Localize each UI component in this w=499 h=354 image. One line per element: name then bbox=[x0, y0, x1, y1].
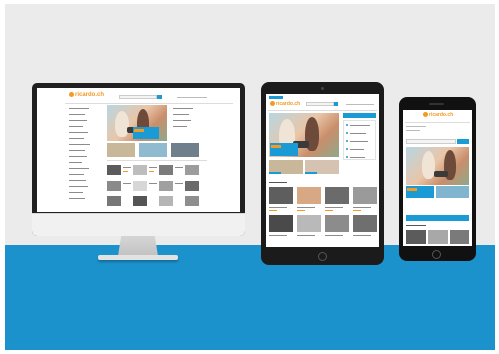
phone-listing-2[interactable] bbox=[428, 230, 448, 244]
desktop-stand-neck bbox=[118, 236, 158, 256]
tablet-top-tag bbox=[269, 96, 283, 99]
tablet-screen: ricardo.ch bbox=[266, 94, 379, 247]
phone-listing-1[interactable] bbox=[406, 230, 426, 244]
desktop-listing-11[interactable] bbox=[159, 196, 173, 206]
desktop-listing-7[interactable] bbox=[159, 181, 173, 191]
tablet-logo: ricardo.ch bbox=[270, 101, 300, 107]
desktop-listing-3[interactable] bbox=[159, 165, 173, 175]
phone-screen: ricardo.ch bbox=[403, 110, 472, 246]
tablet-home-button bbox=[318, 252, 327, 261]
product-showcase: ricardo.ch ricardo.ch ricardo.ch bbox=[0, 0, 499, 354]
tablet-listing-3[interactable] bbox=[325, 187, 349, 204]
phone-promo-image[interactable] bbox=[436, 186, 469, 198]
tablet-listing-2[interactable] bbox=[297, 187, 321, 204]
desktop-listing-10[interactable] bbox=[133, 196, 147, 206]
desktop-tile-3[interactable] bbox=[171, 143, 199, 157]
tablet-listing-8[interactable] bbox=[353, 215, 377, 232]
desktop-listing-4[interactable] bbox=[185, 165, 199, 175]
desktop-screen: ricardo.ch bbox=[37, 88, 240, 212]
tablet-search-button[interactable] bbox=[334, 102, 338, 106]
desktop-listing-5[interactable] bbox=[107, 181, 121, 191]
tablet-listing-1[interactable] bbox=[269, 187, 293, 204]
desktop-header-links[interactable] bbox=[177, 97, 207, 98]
desktop-stand-base bbox=[98, 255, 178, 260]
desktop-header-divider bbox=[65, 103, 233, 104]
desktop-logo: ricardo.ch bbox=[69, 92, 104, 98]
phone-home-button bbox=[432, 250, 441, 259]
desktop-search-bar[interactable] bbox=[119, 95, 157, 99]
phone-hero-image[interactable] bbox=[406, 147, 469, 185]
tablet-listing-7[interactable] bbox=[325, 215, 349, 232]
phone-hero-banner[interactable] bbox=[406, 186, 434, 198]
desktop-section-divider bbox=[107, 160, 207, 161]
desktop-category-list[interactable] bbox=[69, 106, 99, 206]
tablet-listing-4[interactable] bbox=[353, 187, 377, 204]
phone-search-bar[interactable] bbox=[406, 139, 456, 144]
desktop-listing-9[interactable] bbox=[107, 196, 121, 206]
phone-search-button[interactable] bbox=[457, 139, 469, 144]
phone-listing-3[interactable] bbox=[450, 230, 469, 244]
desktop-tile-2[interactable] bbox=[139, 143, 167, 157]
desktop-listing-8[interactable] bbox=[185, 181, 199, 191]
desktop-listing-12[interactable] bbox=[185, 196, 199, 206]
phone-category-bar[interactable] bbox=[406, 215, 469, 221]
tablet-listing-6[interactable] bbox=[297, 215, 321, 232]
tablet-side-header bbox=[343, 113, 376, 118]
desktop-listing-1[interactable] bbox=[107, 165, 121, 175]
phone-logo: ricardo.ch bbox=[423, 112, 453, 118]
tablet-header-links[interactable] bbox=[346, 104, 374, 105]
tablet-side-list[interactable] bbox=[343, 120, 376, 160]
tablet-hero-banner[interactable] bbox=[270, 143, 298, 156]
desktop-search-button[interactable] bbox=[157, 95, 162, 99]
desktop-hero-banner[interactable] bbox=[133, 127, 159, 139]
desktop-price-tag bbox=[123, 171, 128, 172]
desktop-side-links[interactable] bbox=[171, 106, 201, 136]
desktop-chin bbox=[32, 213, 245, 236]
desktop-listing-6[interactable] bbox=[133, 181, 147, 191]
tablet-camera-icon bbox=[321, 87, 324, 90]
desktop-listing-2[interactable] bbox=[133, 165, 147, 175]
phone-speaker bbox=[429, 103, 444, 105]
tablet-section-title bbox=[269, 182, 287, 183]
tablet-listing-5[interactable] bbox=[269, 215, 293, 232]
tablet-search-bar[interactable] bbox=[306, 102, 334, 106]
phone-section-title bbox=[406, 225, 426, 226]
desktop-tile-1[interactable] bbox=[107, 143, 135, 157]
